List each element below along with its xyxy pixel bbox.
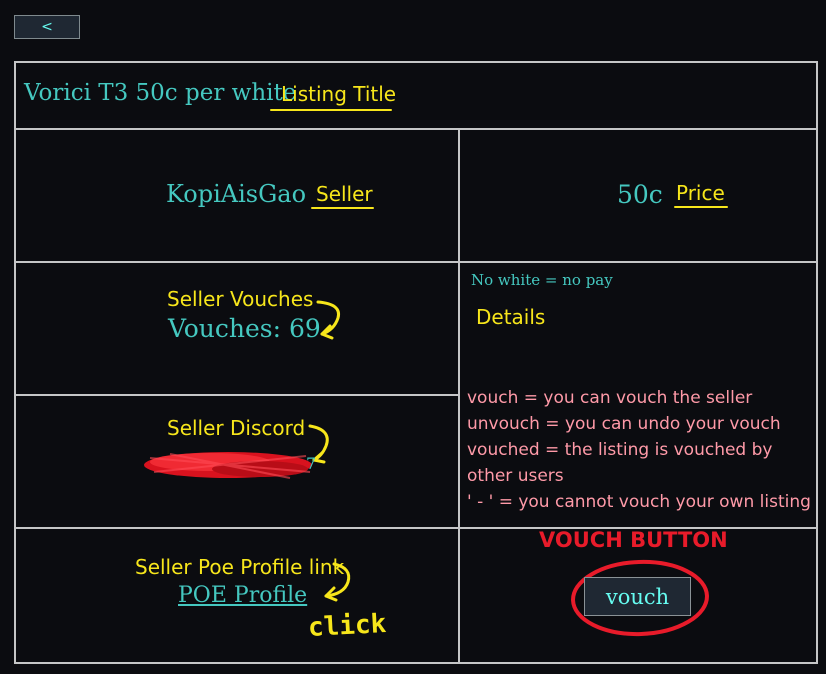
annotation-seller-poe-profile: Seller Poe Profile link — [135, 555, 345, 579]
seller-name: KopiAisGao — [166, 180, 307, 208]
annotation-seller: Seller — [316, 182, 373, 206]
svg-text:7: 7 — [306, 454, 316, 473]
curved-arrow-icon — [324, 562, 351, 602]
help-line: vouch = you can vouch the seller — [467, 388, 753, 408]
help-line: vouched = the listing is vouched by — [467, 440, 773, 460]
annotation-seller-discord: Seller Discord — [167, 416, 306, 440]
table-divider — [14, 261, 818, 263]
curved-arrow-icon — [316, 300, 341, 340]
annotation-underline — [311, 207, 374, 209]
table-column-divider — [458, 128, 460, 664]
annotation-details: Details — [476, 305, 546, 329]
table-border-top — [14, 61, 818, 63]
help-line: ' - ' = you cannot vouch your own listin… — [467, 492, 811, 512]
annotation-underline — [270, 109, 392, 111]
vouch-button[interactable]: vouch — [584, 577, 691, 616]
annotation-price: Price — [676, 181, 725, 205]
listing-details: No white = no pay — [471, 271, 613, 289]
annotation-vouch-button: VOUCH BUTTON — [539, 528, 728, 552]
poe-profile-link[interactable]: POE Profile — [178, 583, 307, 608]
back-button[interactable]: < — [14, 15, 80, 39]
price-value: 50c — [617, 180, 663, 209]
help-line: other users — [467, 466, 564, 486]
annotation-listing-title: Listing Title — [281, 82, 397, 106]
annotation-click: click — [307, 608, 388, 644]
table-divider — [14, 128, 818, 130]
help-line: unvouch = you can undo your vouch — [467, 414, 781, 434]
redacted-discord-scribble: 7 — [144, 452, 316, 479]
vouch-help-text: vouch = you can vouch the seller unvouch… — [467, 385, 812, 515]
listing-title: Vorici T3 50c per white — [24, 80, 297, 106]
table-border-bottom — [14, 662, 818, 664]
vouches-count: Vouches: 69 — [168, 314, 321, 343]
table-border-left — [14, 61, 16, 664]
table-border-right — [816, 61, 818, 664]
table-divider — [14, 394, 460, 396]
annotation-underline — [674, 206, 728, 208]
annotation-seller-vouches: Seller Vouches — [167, 287, 314, 311]
